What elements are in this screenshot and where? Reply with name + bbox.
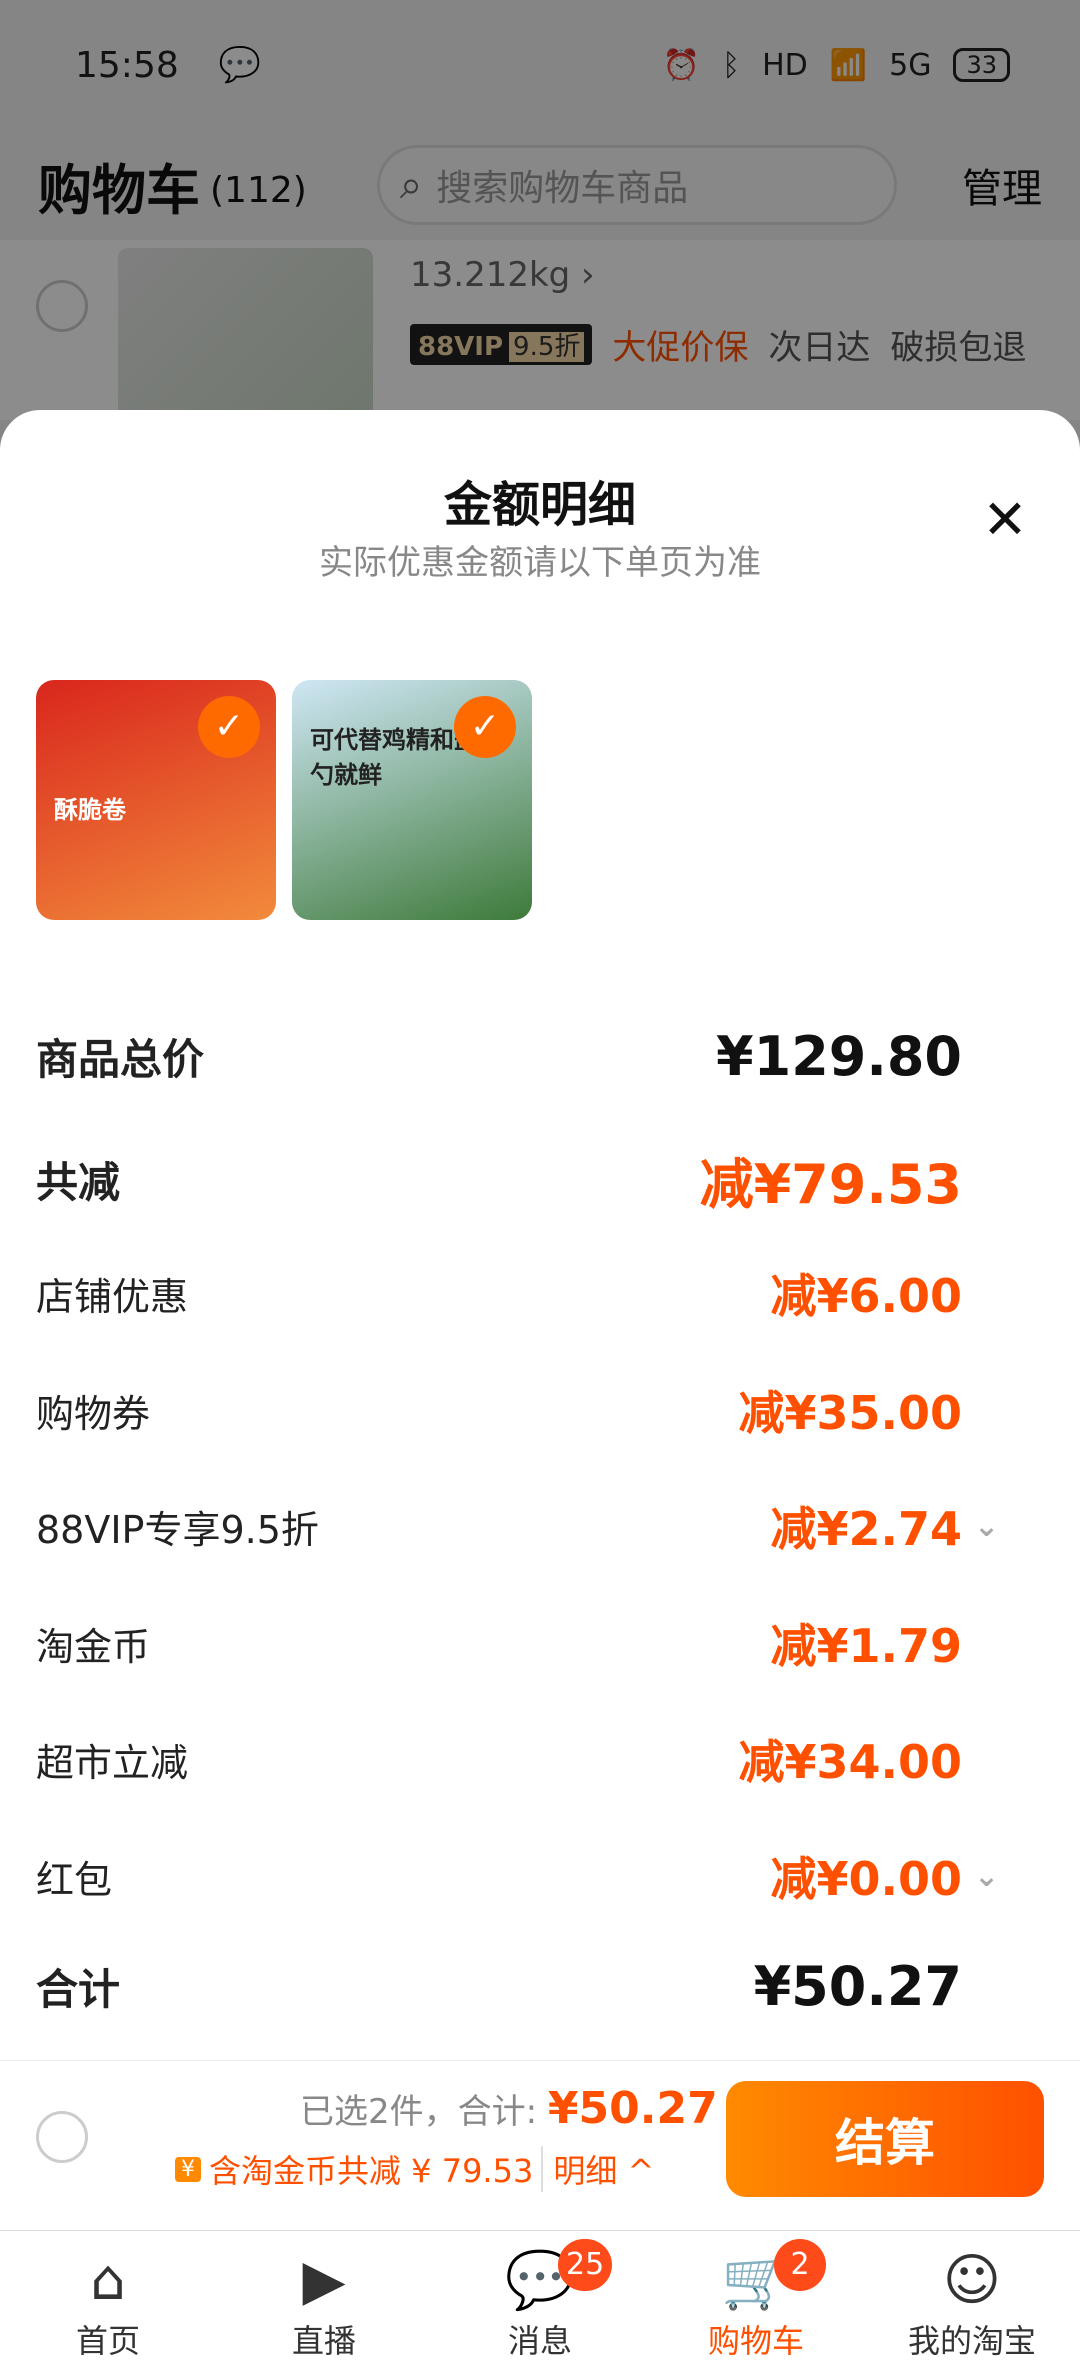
cart-badge: 2: [774, 2239, 826, 2291]
tab-messages[interactable]: 💬 消息 25: [432, 2231, 648, 2376]
tab-label: 我的淘宝: [907, 2321, 1036, 2360]
tab-label: 购物车: [707, 2321, 804, 2360]
check-icon[interactable]: ✓: [198, 696, 260, 758]
row-taojinbi: 淘金币 减¥1.79: [36, 1610, 1004, 1676]
checkout-button[interactable]: 结算: [726, 2081, 1044, 2197]
product-thumb-label: 酥脆卷: [54, 796, 126, 824]
amount-detail-sheet: 金额明细 实际优惠金额请以下单页为准 ✕ 酥脆卷 ✓ 可代替鸡精和盐 一勺就鲜 …: [0, 410, 1080, 2210]
detail-toggle[interactable]: 明细 ^: [541, 2146, 654, 2192]
row-label: 店铺优惠: [36, 1274, 189, 1319]
check-icon[interactable]: ✓: [454, 696, 516, 758]
row-label: 88VIP专享9.5折: [36, 1507, 319, 1552]
sheet-title: 金额明细: [443, 477, 636, 533]
tab-profile[interactable]: ☺ 我的淘宝: [864, 2231, 1080, 2376]
tab-live[interactable]: ▶ 直播: [216, 2231, 432, 2376]
row-label: 商品总价: [36, 1035, 205, 1084]
sheet-subtitle: 实际优惠金额请以下单页为准: [319, 543, 761, 583]
row-shop-discount: 店铺优惠 减¥6.00: [36, 1260, 1004, 1326]
live-icon: ▶: [302, 2247, 346, 2313]
row-amount: ¥50.27: [753, 1955, 962, 2018]
product-thumb[interactable]: 可代替鸡精和盐 一勺就鲜 ✓: [292, 680, 532, 920]
row-shopping-coupon: 购物券 减¥35.00: [36, 1377, 1004, 1443]
message-badge: 25: [558, 2239, 613, 2291]
close-icon[interactable]: ✕: [975, 490, 1035, 550]
chevron-down-icon[interactable]: ⌄: [974, 1509, 1004, 1544]
row-amount: ¥129.80: [716, 1025, 962, 1088]
row-amount: 减¥35.00: [738, 1386, 962, 1440]
profile-icon: ☺: [942, 2247, 1002, 2313]
tab-label: 首页: [75, 2321, 140, 2360]
row-label: 共减: [36, 1158, 121, 1207]
row-label: 合计: [36, 1965, 121, 2014]
row-amount: 减¥0.00 ⌄: [770, 1843, 1004, 1909]
home-icon: ⌂: [90, 2247, 126, 2313]
row-red-packet[interactable]: 红包 减¥0.00 ⌄: [36, 1843, 1004, 1909]
row-supermarket-discount: 超市立减 减¥34.00: [36, 1726, 1004, 1792]
checkout-bar: 已选2件，合计: ¥50.27 ¥ 含淘金币共减 ¥ 79.53 明细 ^ 结算: [0, 2060, 1080, 2230]
row-amount: 减¥2.74 ⌄: [770, 1493, 1004, 1559]
selected-text: 已选2件，合计:: [300, 2092, 538, 2132]
coin-icon: ¥: [175, 2156, 201, 2182]
row-total-price: 商品总价 ¥129.80: [36, 1025, 1004, 1088]
tab-label: 直播: [291, 2321, 356, 2360]
selected-total: ¥50.27: [547, 2083, 718, 2134]
select-all-radio[interactable]: [36, 2111, 88, 2163]
row-total-discount: 共减 减¥79.53: [36, 1140, 1004, 1219]
row-88vip[interactable]: 88VIP专享9.5折 减¥2.74 ⌄: [36, 1493, 1004, 1559]
row-amount: 减¥1.79: [770, 1619, 962, 1673]
tab-home[interactable]: ⌂ 首页: [0, 2231, 216, 2376]
row-amount: 减¥79.53: [699, 1153, 962, 1216]
row-label: 红包: [36, 1857, 113, 1902]
row-label: 购物券: [36, 1391, 151, 1436]
coin-summary[interactable]: ¥ 含淘金币共减 ¥ 79.53 明细 ^: [175, 2146, 654, 2192]
row-grand-total: 合计 ¥50.27: [36, 1955, 1004, 2018]
tab-cart[interactable]: 🛒 购物车 2: [648, 2231, 864, 2376]
row-label: 淘金币: [36, 1624, 151, 1669]
row-amount: 减¥6.00: [770, 1269, 962, 1323]
coin-text: 含淘金币共减 ¥ 79.53: [209, 2152, 534, 2190]
chevron-down-icon[interactable]: ⌄: [974, 1859, 1004, 1894]
row-amount: 减¥34.00: [738, 1735, 962, 1789]
selected-summary: 已选2件，合计: ¥50.27: [300, 2083, 718, 2134]
tab-bar: ⌂ 首页 ▶ 直播 💬 消息 25 🛒 购物车 2 ☺ 我的淘宝: [0, 2230, 1080, 2376]
tab-label: 消息: [507, 2321, 572, 2360]
row-label: 超市立减: [36, 1740, 189, 1785]
product-thumb[interactable]: 酥脆卷 ✓: [36, 680, 276, 920]
